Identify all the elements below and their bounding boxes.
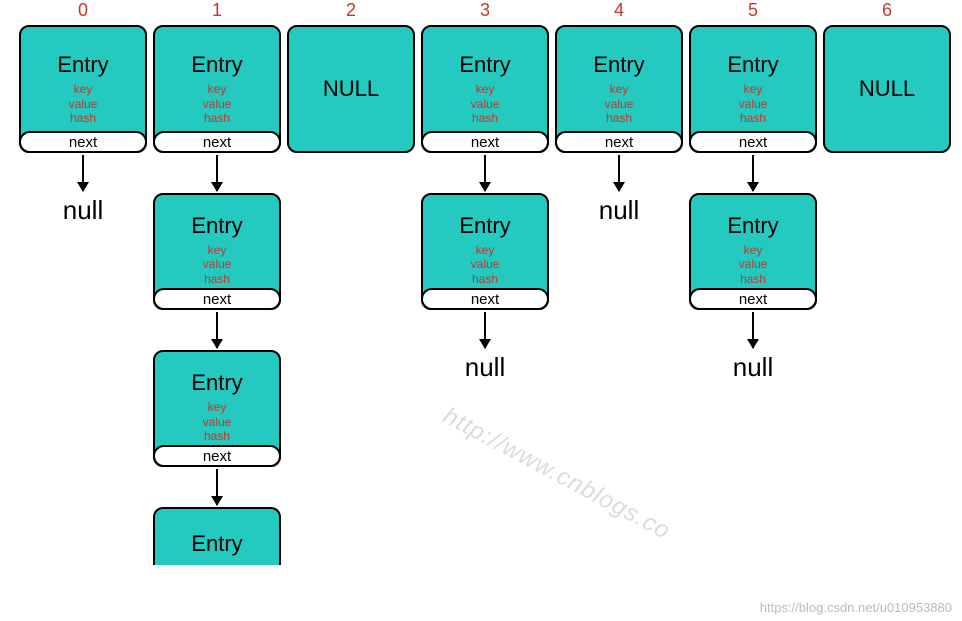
bucket-index: 3 xyxy=(418,0,552,25)
entry-title: Entry xyxy=(191,52,242,78)
bucket-index: 1 xyxy=(150,0,284,25)
bucket-index: 5 xyxy=(686,0,820,25)
entry-node: Entry keyvaluehashnext xyxy=(153,350,281,467)
null-bucket: NULL xyxy=(823,25,951,153)
bucket-index: 0 xyxy=(16,0,150,25)
entry-title: Entry xyxy=(459,52,510,78)
entry-title: Entry xyxy=(593,52,644,78)
entry-node: Entry keyvaluehashnext xyxy=(153,193,281,310)
bucket-index: 6 xyxy=(820,0,954,25)
bucket-column: EntrykeyvaluehashnextEntrykeyvaluehashne… xyxy=(686,25,820,383)
entry-node: Entry keyvaluehashnext xyxy=(421,193,549,310)
next-pointer: next xyxy=(421,131,549,153)
credit-text: https://blog.csdn.net/u010953880 xyxy=(760,600,952,615)
diagram-columns: EntrykeyvaluehashnextnullEntrykeyvalueha… xyxy=(0,25,962,565)
bucket-column: Entry keyvaluehash next null xyxy=(16,25,150,226)
next-pointer: next xyxy=(153,288,281,310)
arrow-down-icon xyxy=(216,312,218,348)
null-terminator: null xyxy=(599,195,639,226)
entry-title: Entry xyxy=(727,52,778,78)
entry-fields: keyvaluehash xyxy=(203,400,232,443)
arrow-down-icon xyxy=(752,312,754,348)
arrow-down-icon xyxy=(216,155,218,191)
arrow-down-icon xyxy=(484,155,486,191)
bucket-column: NULL xyxy=(284,25,418,153)
bucket-column: Entry keyvaluehash next null xyxy=(552,25,686,226)
arrow-down-icon xyxy=(216,469,218,505)
entry-title: Entry xyxy=(191,370,242,396)
next-pointer: next xyxy=(19,131,147,153)
entry-title: Entry xyxy=(191,213,242,239)
null-terminator: null xyxy=(63,195,103,226)
entry-node-partial: Entry xyxy=(153,507,281,565)
next-pointer: next xyxy=(153,445,281,467)
entry-fields: keyvaluehash xyxy=(203,243,232,286)
entry-title: Entry xyxy=(191,531,242,557)
entry-bucket: Entry keyvaluehash next xyxy=(555,25,683,153)
entry-bucket: Entry keyvaluehash next xyxy=(689,25,817,153)
entry-title: Entry xyxy=(459,213,510,239)
entry-fields: keyvaluehash xyxy=(739,243,768,286)
entry-bucket: Entry keyvaluehash next xyxy=(421,25,549,153)
entry-bucket: Entry keyvaluehash next xyxy=(153,25,281,153)
bucket-column: EntrykeyvaluehashnextEntrykeyvaluehashne… xyxy=(150,25,284,565)
entry-fields: keyvaluehash xyxy=(605,82,634,125)
next-pointer: next xyxy=(555,131,683,153)
entry-fields: keyvaluehash xyxy=(69,82,98,125)
null-terminator: null xyxy=(465,352,505,383)
bucket-column: NULL xyxy=(820,25,954,153)
arrow-down-icon xyxy=(484,312,486,348)
entry-title: Entry xyxy=(727,213,778,239)
entry-fields: keyvaluehash xyxy=(739,82,768,125)
index-row: 0123456 xyxy=(0,0,962,25)
bucket-column: EntrykeyvaluehashnextEntrykeyvaluehashne… xyxy=(418,25,552,383)
next-pointer: next xyxy=(153,131,281,153)
next-pointer: next xyxy=(689,131,817,153)
null-terminator: null xyxy=(733,352,773,383)
entry-fields: keyvaluehash xyxy=(471,243,500,286)
next-pointer: next xyxy=(421,288,549,310)
entry-fields: keyvaluehash xyxy=(471,82,500,125)
arrow-down-icon xyxy=(618,155,620,191)
bucket-index: 2 xyxy=(284,0,418,25)
entry-node: Entry keyvaluehashnext xyxy=(689,193,817,310)
null-bucket: NULL xyxy=(287,25,415,153)
arrow-down-icon xyxy=(752,155,754,191)
bucket-index: 4 xyxy=(552,0,686,25)
arrow-down-icon xyxy=(82,155,84,191)
entry-fields: keyvaluehash xyxy=(203,82,232,125)
next-pointer: next xyxy=(689,288,817,310)
entry-title: Entry xyxy=(57,52,108,78)
entry-bucket: Entry keyvaluehash next xyxy=(19,25,147,153)
